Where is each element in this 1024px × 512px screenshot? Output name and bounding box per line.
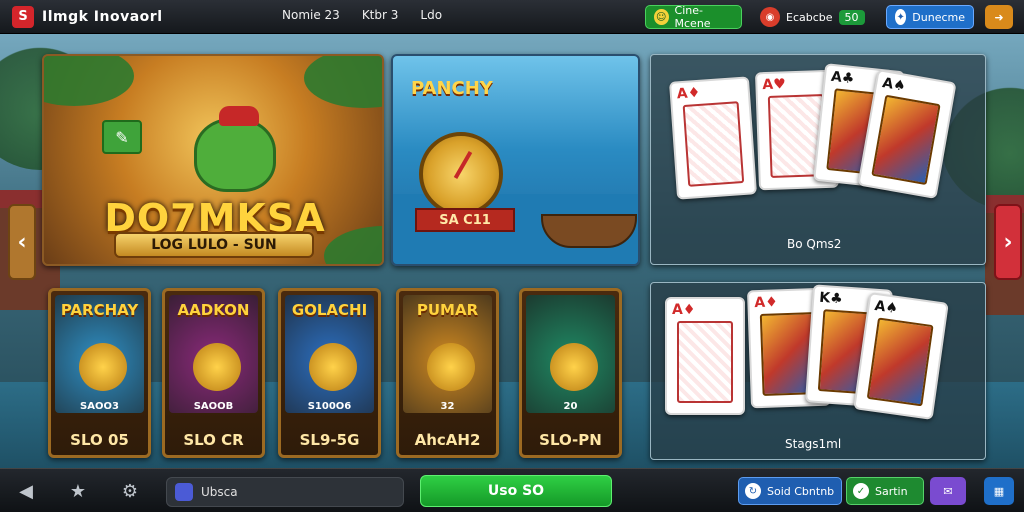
top-link-1[interactable]: Nomie 23 [282, 8, 340, 22]
top-link-3[interactable]: Ldo [420, 8, 442, 22]
search-field[interactable]: Ubsca [166, 477, 404, 507]
carousel-prev-button[interactable]: ‹ [8, 204, 36, 280]
compass-icon [419, 132, 503, 216]
frog-hat [219, 106, 259, 126]
boat-illustration [541, 214, 637, 248]
green-action-label: Sartin [875, 484, 908, 498]
card-corner: A♦ [676, 84, 701, 103]
game-tile[interactable]: 20 SLO-PN [519, 288, 622, 458]
refresh-icon: ↻ [745, 483, 761, 499]
top-link-2[interactable]: Ktbr 3 [362, 8, 399, 22]
game-tile-icon [427, 343, 475, 391]
search-icon [175, 483, 193, 501]
featured-game-card[interactable]: ✎ DO7MKSA LOG LULO - SUN [42, 54, 384, 266]
card-game-panel-top[interactable]: A♦ A♥ A♣ A♠ Bo Qms2 [650, 54, 986, 265]
edit-icon[interactable]: ✎ [102, 120, 142, 154]
chat-button[interactable]: ✉ [930, 477, 966, 505]
grid-icon: ▦ [993, 484, 1005, 498]
game-tile-price: AhcAH2 [414, 431, 481, 449]
arrow-left-icon[interactable]: ◀ [14, 479, 38, 503]
chevron-left-icon: ‹ [17, 229, 27, 255]
game-tile-sub: SAOOB [193, 401, 234, 412]
gear-icon[interactable]: ⚙ [118, 479, 142, 503]
chat-icon: ✉ [943, 484, 953, 498]
green-pill-label: Cine-Mcene [674, 4, 711, 30]
card-corner: A♠ [881, 75, 907, 95]
card-face [871, 94, 941, 186]
blue-action-button[interactable]: ↻ Soid Cbntnb [738, 477, 842, 505]
playing-card: A♦ [668, 76, 758, 200]
featured-game-banner: LOG LULO - SUN [114, 232, 314, 258]
play-button[interactable]: Uso SO [420, 475, 612, 507]
game-tile-name: AADKON [177, 301, 250, 319]
playing-card: A♦ [665, 297, 745, 415]
star-icon[interactable]: ★ [66, 479, 90, 503]
card-panel-top-label: Bo Qms2 [787, 237, 842, 251]
game-tile-sub: SAOO3 [80, 401, 119, 412]
game-tile[interactable]: AADKON SAOOB SLO CR [162, 288, 265, 458]
game-tile-name: PARCHAY [60, 301, 139, 319]
fishing-game-card[interactable]: PANCHY SA C11 [391, 54, 640, 266]
playing-card: A♠ [853, 292, 949, 420]
bottom-bar: ◀ ★ ⚙ Ubsca Uso SO ↻ Soid Cbntnb ✓ Sarti… [0, 468, 1024, 512]
card-corner: A♥ [762, 76, 787, 94]
game-tile-price: SLO-PN [539, 431, 602, 449]
game-tile[interactable]: GOLACHI S100O6 SL9-5G [278, 288, 381, 458]
blue-pill-button[interactable]: ✦ Dunecme [886, 5, 974, 29]
card-corner: A♦ [672, 302, 696, 318]
coins-count: 50 [838, 9, 865, 25]
game-tile-icon [79, 343, 127, 391]
card-face [677, 321, 733, 403]
rocket-icon: ✦ [895, 9, 907, 25]
game-tile-sub: 32 [440, 401, 455, 412]
game-tile-icon [550, 343, 598, 391]
game-tile[interactable]: PARCHAY SAOO3 SLO 05 [48, 288, 151, 458]
coins-label: Ecabcbe [786, 10, 833, 24]
fishing-game-ribbon: SA C11 [415, 208, 515, 232]
fishing-game-title: PANCHY [411, 78, 493, 99]
card-face [866, 317, 934, 407]
blue-pill-label: Dunecme [912, 10, 965, 24]
apps-button[interactable]: ▦ [984, 477, 1014, 505]
app-title: Ilmgk Inovaorl [42, 8, 163, 25]
check-icon: ✓ [853, 483, 869, 499]
menu-button[interactable]: ➜ [985, 5, 1013, 29]
card-corner: A♣ [830, 68, 856, 88]
game-tile-price: SL9-5G [299, 431, 360, 449]
game-tile-price: SLO 05 [70, 431, 129, 449]
card-game-panel-bottom[interactable]: A♦ A♦ K♣ A♠ Stags1ml [650, 282, 986, 460]
chevron-right-icon: › [1003, 229, 1013, 255]
game-tile-icon [193, 343, 241, 391]
green-pill-button[interactable]: ☺ Cine-Mcene [645, 4, 742, 30]
card-panel-bottom-label: Stags1ml [785, 437, 842, 451]
game-tile-sub: 20 [563, 401, 578, 412]
card-face [682, 101, 745, 187]
coins-display[interactable]: ◉ Ecabcbe 50 [752, 5, 876, 29]
leaf-decoration [44, 56, 134, 106]
smile-icon: ☺ [654, 9, 669, 25]
card-corner: A♠ [873, 297, 899, 318]
top-bar: S Ilmgk Inovaorl Nomie 23 Ktbr 3 Ldo ☺ C… [0, 0, 1024, 34]
card-corner: A♦ [754, 294, 779, 312]
coin-icon: ◉ [760, 7, 780, 27]
green-action-button[interactable]: ✓ Sartin [846, 477, 924, 505]
game-tile-name: PUMAR [416, 301, 479, 319]
game-tile-name: GOLACHI [291, 301, 368, 319]
game-tile-icon [309, 343, 357, 391]
game-tile-sub: S100O6 [307, 401, 352, 412]
app-logo[interactable]: S [12, 5, 34, 28]
carousel-next-button[interactable]: › [994, 204, 1022, 280]
leaf-decoration [304, 56, 382, 108]
share-icon: ➜ [994, 10, 1004, 24]
frog-mascot [194, 118, 276, 192]
top-nav: Nomie 23 Ktbr 3 Ldo [282, 8, 442, 22]
game-tile[interactable]: PUMAR 32 AhcAH2 [396, 288, 499, 458]
game-tile-price: SLO CR [183, 431, 244, 449]
search-label: Ubsca [201, 485, 238, 499]
card-corner: K♣ [818, 289, 844, 308]
blue-action-label: Soid Cbntnb [767, 484, 835, 498]
